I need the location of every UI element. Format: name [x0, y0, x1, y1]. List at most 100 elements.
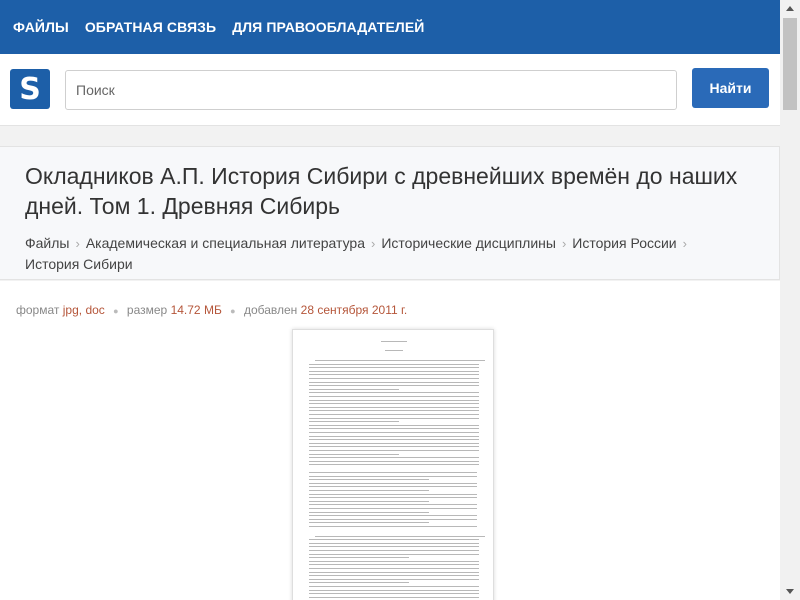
preview-text-line [309, 582, 409, 584]
breadcrumb-item-siberia[interactable]: История Сибири [25, 256, 133, 272]
preview-text-line [309, 504, 477, 506]
preview-text-line [315, 535, 485, 537]
preview-text-line [309, 515, 477, 517]
search-bar: S Найти [0, 54, 780, 126]
preview-text-line [309, 479, 429, 481]
preview-text-line [309, 497, 477, 499]
preview-text-line [309, 486, 477, 488]
breadcrumb: Файлы › Академическая и специальная литера… [25, 233, 725, 275]
preview-text-line [309, 578, 479, 580]
scrollbar-thumb[interactable] [783, 18, 797, 110]
nav-feedback-link[interactable]: ОБРАТНАЯ СВЯЗЬ [85, 19, 216, 35]
meta-separator-icon: ● [230, 306, 236, 316]
top-nav: ФАЙЛЫ ОБРАТНАЯ СВЯЗЬ ДЛЯ ПРАВООБЛАДАТЕЛЕ… [0, 0, 780, 54]
preview-text-line [309, 490, 429, 491]
preview-text-line [309, 482, 477, 484]
breadcrumb-item-history[interactable]: Исторические дисциплины [381, 235, 556, 251]
preview-text-line [309, 526, 477, 527]
search-input[interactable] [65, 70, 677, 110]
document-header: Окладников А.П. История Сибири с древней… [0, 146, 780, 280]
vertical-scrollbar[interactable] [780, 0, 800, 600]
preview-text-line [309, 450, 479, 451]
preview-text-line [309, 508, 477, 509]
preview-text-line [309, 370, 479, 372]
preview-text-line [309, 417, 479, 419]
preview-text-line [309, 432, 479, 433]
breadcrumb-separator-icon: › [75, 236, 80, 251]
page-title: Окладников А.П. История Сибири с древней… [25, 163, 738, 219]
preview-text-line [309, 367, 479, 369]
preview-text-line [309, 586, 479, 587]
scroll-up-arrow-icon[interactable] [780, 0, 800, 17]
preview-text-line [309, 385, 479, 387]
preview-text-line [309, 424, 479, 426]
preview-text-line [309, 392, 479, 394]
breadcrumb-item-files[interactable]: Файлы [25, 235, 69, 251]
preview-text-line [309, 575, 479, 577]
nav-files-link[interactable]: ФАЙЛЫ [13, 19, 69, 35]
size-label: размер [126, 303, 168, 317]
preview-text-line [309, 493, 477, 495]
preview-text-line [309, 475, 477, 477]
preview-text-line [381, 341, 407, 342]
preview-text-line [309, 550, 479, 551]
preview-text-line [309, 464, 479, 466]
meta-separator-icon: ● [113, 306, 119, 316]
search-button[interactable]: Найти [692, 68, 769, 108]
preview-text-line [309, 542, 479, 544]
format-label: формат [16, 303, 60, 317]
preview-text-line [309, 428, 479, 430]
preview-text-line [309, 568, 479, 569]
breadcrumb-separator-icon: › [371, 236, 376, 251]
preview-text-line [309, 546, 479, 548]
file-size: 14.72 МБ [170, 303, 222, 317]
format-doc[interactable]: doc [85, 303, 104, 317]
preview-text-line [309, 399, 479, 401]
preview-text-line [315, 360, 485, 361]
preview-text-line [309, 596, 479, 598]
preview-text-line [385, 350, 403, 351]
breadcrumb-separator-icon: › [561, 236, 567, 251]
preview-text-line [309, 414, 479, 415]
preview-text-line [309, 593, 479, 595]
preview-text-line [309, 589, 479, 591]
scroll-down-arrow-icon[interactable] [780, 583, 800, 600]
added-label: добавлен [243, 303, 298, 317]
preview-text-line [309, 378, 479, 379]
preview-text-line [309, 553, 479, 555]
breadcrumb-separator-icon: › [682, 236, 687, 251]
document-preview-image[interactable] [292, 329, 494, 600]
preview-text-line [309, 381, 479, 383]
preview-text-line [309, 571, 479, 573]
preview-text-line [309, 442, 479, 444]
preview-text-line [309, 439, 479, 441]
preview-text-line [309, 410, 479, 412]
preview-text-line [309, 460, 479, 462]
preview-text-line [309, 564, 479, 566]
preview-text-line [309, 363, 479, 365]
preview-text-line [309, 396, 479, 397]
preview-text-line [309, 446, 479, 448]
preview-text-line [309, 457, 479, 459]
file-meta: формат jpg, doc ● размер 14.72 МБ ● доба… [16, 303, 407, 317]
preview-text-line [309, 403, 479, 405]
preview-text-line [309, 388, 399, 390]
preview-text-line [309, 406, 479, 408]
preview-text-line [309, 500, 429, 502]
breadcrumb-item-academic[interactable]: Академическая и специальная литература [86, 235, 365, 251]
preview-text-line [309, 421, 399, 423]
preview-text-line [309, 560, 479, 562]
preview-text-line [309, 518, 477, 520]
preview-text-line [309, 511, 429, 513]
preview-text-line [309, 557, 409, 559]
nav-rights-link[interactable]: ДЛЯ ПРАВООБЛАДАТЕЛЕЙ [232, 19, 424, 35]
site-logo[interactable]: S [10, 69, 50, 109]
preview-text-line [309, 522, 429, 524]
preview-text-line [309, 539, 479, 541]
preview-text-line [309, 435, 479, 437]
added-date: 28 сентября 2011 г. [300, 303, 408, 317]
document-content: формат jpg, doc ● размер 14.72 МБ ● доба… [0, 281, 780, 600]
format-jpg[interactable]: jpg [63, 303, 79, 317]
preview-text-line [309, 472, 477, 473]
breadcrumb-item-russia[interactable]: История России [572, 235, 676, 251]
